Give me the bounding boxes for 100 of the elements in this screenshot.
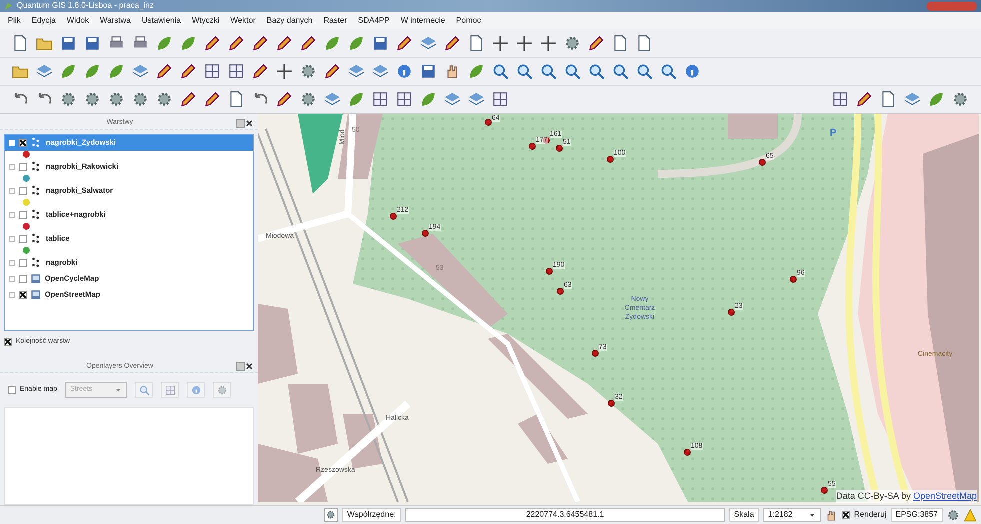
checkbox[interactable] <box>842 511 850 519</box>
menu-item[interactable]: Plik <box>8 14 21 26</box>
grid-icon[interactable] <box>492 91 509 108</box>
pencil-icon[interactable] <box>444 34 461 52</box>
gear-icon[interactable] <box>84 91 101 108</box>
menu-item[interactable]: Wtyczki <box>192 14 220 26</box>
menu-item[interactable]: Edycja <box>32 14 56 26</box>
menu-item[interactable]: Raster <box>324 14 348 26</box>
grid-icon[interactable] <box>372 91 389 108</box>
gear-icon[interactable] <box>952 91 969 108</box>
layer-icon[interactable] <box>324 91 341 108</box>
document-icon[interactable] <box>636 34 653 52</box>
coordinate-toggle-button[interactable] <box>324 508 338 522</box>
checkbox[interactable] <box>19 290 27 299</box>
checkbox[interactable] <box>19 234 27 243</box>
gear-icon[interactable] <box>300 91 317 108</box>
crs-button[interactable]: EPSG:3857 <box>890 508 943 522</box>
close-icon[interactable] <box>245 118 254 128</box>
grid-icon[interactable] <box>832 91 849 108</box>
move-icon[interactable] <box>492 34 509 52</box>
menu-item[interactable]: Bazy danych <box>266 14 313 26</box>
checkbox[interactable] <box>4 338 12 346</box>
pencil-icon[interactable] <box>276 91 293 108</box>
pencil-icon[interactable] <box>180 63 197 80</box>
leaf-icon[interactable] <box>180 34 197 52</box>
pencil-icon[interactable] <box>276 34 293 52</box>
scale-dropdown[interactable]: 1:2182 <box>763 508 822 522</box>
document-icon[interactable] <box>468 34 485 52</box>
magnifier-icon[interactable] <box>612 63 629 80</box>
move-icon[interactable] <box>276 63 293 80</box>
menu-item[interactable]: Wektor <box>230 14 256 26</box>
pencil-icon[interactable] <box>252 34 269 52</box>
checkbox[interactable] <box>19 210 27 219</box>
leaf-icon[interactable] <box>108 63 125 80</box>
magnifier-icon[interactable] <box>636 63 653 80</box>
close-icon[interactable] <box>245 362 254 372</box>
pencil-icon[interactable] <box>588 34 605 52</box>
magnifier-icon[interactable] <box>588 63 605 80</box>
layer-icon[interactable] <box>372 63 389 80</box>
gear-icon[interactable] <box>947 508 960 522</box>
leaf-icon[interactable] <box>420 91 437 108</box>
gear-icon[interactable] <box>156 91 173 108</box>
document-icon[interactable] <box>880 91 897 108</box>
checkbox[interactable] <box>19 162 27 171</box>
leaf-icon[interactable] <box>60 63 77 80</box>
info-icon[interactable] <box>684 63 701 80</box>
layer-icon[interactable] <box>444 91 461 108</box>
menu-item[interactable]: Pomoc <box>456 14 482 26</box>
menu-item[interactable]: Warstwa <box>100 14 131 26</box>
pencil-icon[interactable] <box>324 63 341 80</box>
layer-icon[interactable] <box>420 34 437 52</box>
magnifier-icon[interactable] <box>540 63 557 80</box>
grid-icon[interactable] <box>228 63 245 80</box>
gear-icon[interactable] <box>300 63 317 80</box>
checkbox[interactable] <box>19 258 27 267</box>
gear-icon[interactable] <box>564 34 581 52</box>
gear-icon[interactable] <box>60 91 77 108</box>
menu-item[interactable]: SDA4PP <box>358 14 390 26</box>
leaf-icon[interactable] <box>348 34 365 52</box>
layer-icon[interactable] <box>132 63 149 80</box>
leaf-icon[interactable] <box>348 91 365 108</box>
document-icon[interactable] <box>612 34 629 52</box>
info-icon[interactable] <box>396 63 413 80</box>
leaf-icon[interactable] <box>84 63 101 80</box>
move-icon[interactable] <box>540 34 557 52</box>
pencil-icon[interactable] <box>180 91 197 108</box>
pencil-icon[interactable] <box>856 91 873 108</box>
coordinates-field[interactable]: 2220774.3,6455481.1 <box>405 508 726 522</box>
document-icon[interactable] <box>12 34 29 52</box>
checkbox[interactable] <box>19 138 27 147</box>
pencil-icon[interactable] <box>300 34 317 52</box>
layer-icon[interactable] <box>904 91 921 108</box>
pencil-icon[interactable] <box>204 34 221 52</box>
layer-icon[interactable] <box>36 63 53 80</box>
gear-icon[interactable] <box>132 91 149 108</box>
grid-icon[interactable] <box>204 63 221 80</box>
checkbox[interactable] <box>8 386 16 394</box>
magnifier-icon[interactable] <box>492 63 509 80</box>
warning-icon[interactable] <box>964 508 977 522</box>
checkbox[interactable] <box>19 186 27 195</box>
gear-icon[interactable] <box>108 91 125 108</box>
leaf-icon[interactable] <box>928 91 945 108</box>
layer-icon[interactable] <box>468 91 485 108</box>
menu-item[interactable]: Ustawienia <box>142 14 182 26</box>
menu-item[interactable]: Widok <box>66 14 90 26</box>
magnifier-icon[interactable] <box>660 63 677 80</box>
grid-icon[interactable] <box>396 91 413 108</box>
pencil-icon[interactable] <box>396 34 413 52</box>
magnifier-icon[interactable] <box>516 63 533 80</box>
leaf-icon[interactable] <box>468 63 485 80</box>
leaf-icon[interactable] <box>156 34 173 52</box>
checkbox[interactable] <box>19 274 27 283</box>
pencil-icon[interactable] <box>252 63 269 80</box>
menu-item[interactable]: W internecie <box>400 14 446 26</box>
magnifier-icon[interactable] <box>564 63 581 80</box>
document-icon[interactable] <box>228 91 245 108</box>
layer-icon[interactable] <box>348 63 365 80</box>
pencil-icon[interactable] <box>204 91 221 108</box>
pencil-icon[interactable] <box>156 63 173 80</box>
attribution-link[interactable]: OpenStreetMap <box>913 490 977 503</box>
